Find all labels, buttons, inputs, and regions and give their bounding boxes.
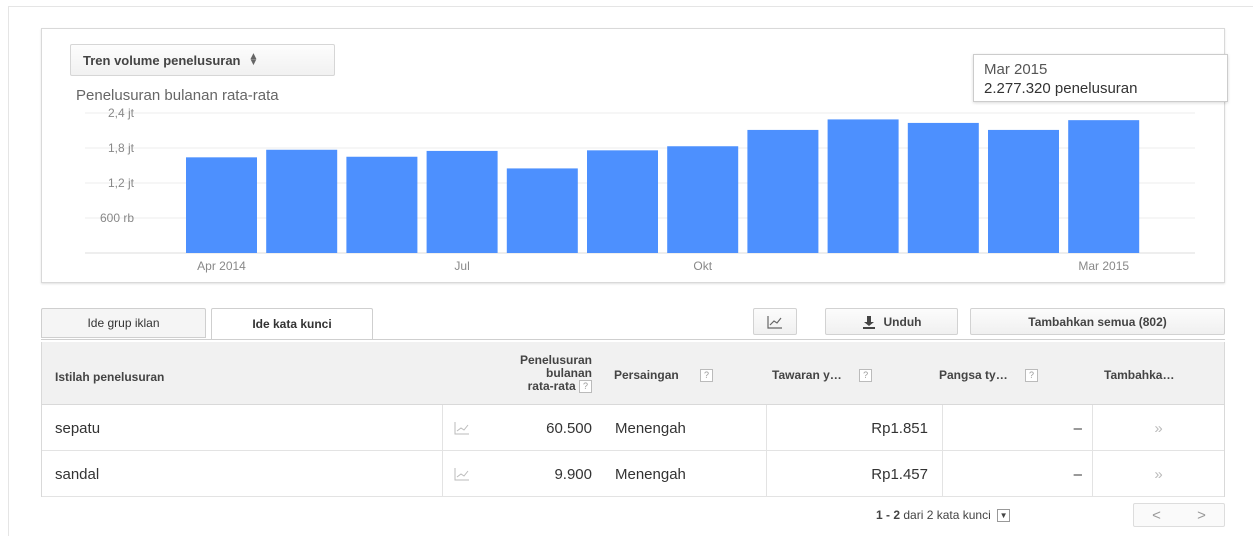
table-row: sepatu 60.500 Menengah Rp1.851 – » [42, 405, 1224, 451]
trend-sparkline-icon[interactable] [454, 451, 470, 497]
y-tick-label: 2,4 jt [108, 106, 135, 120]
tooltip-month: Mar 2015 [984, 61, 1048, 78]
header-competition[interactable]: Persaingan ? [614, 368, 714, 383]
y-tick-label: 600 rb [100, 211, 134, 225]
prev-page-button[interactable]: < [1152, 507, 1161, 524]
tooltip-value: 2.277.320 penelusuran [984, 80, 1138, 97]
x-tick-label: Jul [454, 259, 469, 273]
bar-jan-2015[interactable] [907, 122, 979, 254]
tab-keyword-ideas[interactable]: Ide kata kunci [211, 308, 373, 340]
suggested-bid: Rp1.457 [871, 465, 928, 483]
header-impression-share[interactable]: Pangsa ty… ? [939, 368, 1039, 383]
help-icon[interactable]: ? [859, 369, 873, 383]
add-all-button[interactable]: Tambahkan semua (802) [970, 308, 1225, 335]
bar-sep-2014[interactable] [587, 150, 658, 253]
x-tick-label: Mar 2015 [1078, 259, 1129, 273]
help-icon[interactable]: ? [579, 380, 592, 394]
bar-jun-2014[interactable] [346, 156, 418, 253]
y-tick-label: 1,2 jt [108, 176, 135, 190]
x-tick-label: Apr 2014 [197, 259, 246, 273]
add-keyword-button[interactable]: » [1092, 451, 1225, 497]
header-avg-monthly-searches[interactable]: Penelusuran bulanan rata-rata ? [462, 354, 592, 394]
download-icon [862, 315, 875, 329]
bar-agu-2014[interactable] [506, 168, 578, 253]
bar-nov-2014[interactable] [747, 129, 819, 253]
bar-jul-2014[interactable] [426, 150, 498, 253]
impression-share: – [1073, 465, 1082, 483]
tab-label: Ide kata kunci [252, 317, 332, 331]
competition-level: Menengah [615, 419, 686, 437]
pagination-range: 1 - 2 [876, 508, 901, 522]
tab-divider [41, 339, 1225, 340]
table-row: sandal 9.900 Menengah Rp1.457 – » [42, 451, 1224, 497]
bar-mar-2015[interactable] [1068, 120, 1140, 253]
download-label: Unduh [883, 314, 922, 329]
avg-monthly-searches: 9.900 [554, 465, 592, 483]
help-icon[interactable]: ? [1025, 369, 1039, 383]
tab-label: Ide grup iklan [87, 316, 160, 330]
add-all-label: Tambahkan semua (802) [1028, 314, 1167, 329]
bar-des-2014[interactable] [827, 119, 899, 254]
next-page-button[interactable]: > [1197, 507, 1206, 524]
tab-ad-group-ideas[interactable]: Ide grup iklan [41, 308, 206, 338]
download-button[interactable]: Unduh [825, 308, 958, 335]
avg-monthly-searches: 60.500 [546, 419, 592, 437]
bar-okt-2014[interactable] [667, 146, 739, 253]
keyword-term: sepatu [55, 419, 101, 437]
monthly-search-chart: 600 rb 1,2 jt 1,8 jt 2,4 jt Apr 2014 Jul Okt M… [85, 106, 1195, 273]
bar-mei-2014[interactable] [266, 149, 338, 253]
page-size-dropdown-icon[interactable]: ▼ [997, 509, 1011, 523]
competition-level: Menengah [615, 465, 686, 483]
keyword-term: sandal [55, 465, 100, 483]
help-icon[interactable]: ? [700, 369, 714, 383]
suggested-bid: Rp1.851 [871, 419, 928, 437]
pagination-text: dari 2 kata kunci [903, 508, 991, 522]
y-tick-label: 1,8 jt [108, 141, 135, 155]
bar-feb-2015[interactable] [988, 129, 1059, 253]
table-header: Istilah penelusuran Penelusuran bulanan … [42, 342, 1224, 405]
keyword-table: Istilah penelusuran Penelusuran bulanan … [41, 342, 1225, 497]
line-chart-icon [767, 315, 782, 329]
impression-share: – [1073, 419, 1082, 437]
header-suggested-bid[interactable]: Tawaran y… ? [772, 368, 873, 383]
bar-apr-2014[interactable] [186, 157, 257, 253]
pagination-info: 1 - 2 dari 2 kata kunci ▼ [876, 508, 1011, 523]
chart-tooltip: Mar 2015 2.277.320 penelusuran [973, 54, 1228, 102]
trend-sparkline-icon[interactable] [454, 405, 470, 451]
chart-toggle-button[interactable] [753, 308, 797, 335]
add-keyword-button[interactable]: » [1092, 405, 1225, 451]
header-search-term[interactable]: Istilah penelusuran [55, 370, 164, 384]
header-add-to-plan: Tambahka… [1104, 368, 1175, 382]
pagination-controls: < > [1133, 503, 1225, 527]
x-tick-label: Okt [693, 259, 712, 273]
